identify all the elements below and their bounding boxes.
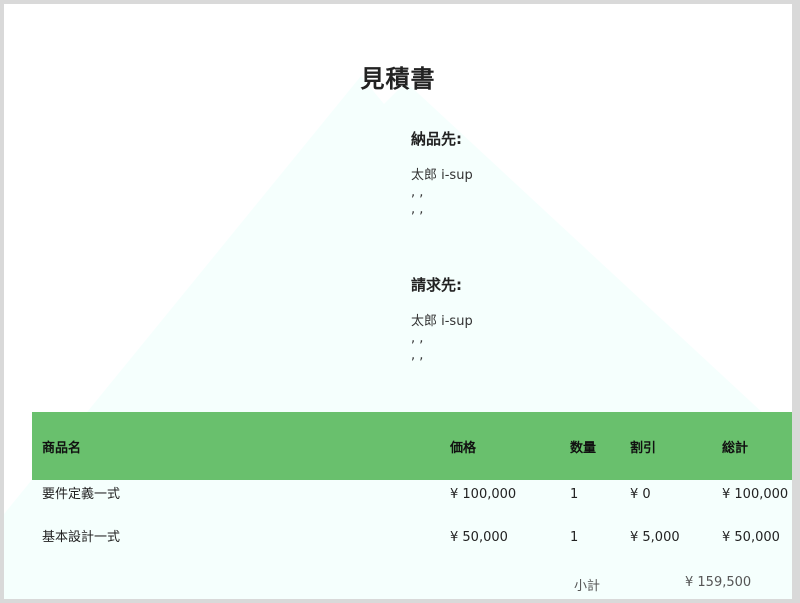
header-product-name: 商品名 — [32, 412, 440, 480]
cell-product-name: 基本設計一式 — [42, 530, 121, 545]
header-discount: 割引 — [620, 412, 712, 480]
cell-discount: ¥ 5,000 — [630, 530, 680, 545]
subtotal-label: 小計 — [574, 579, 601, 594]
subtotal-value: ¥ 159,500 — [685, 575, 752, 590]
delivery-address-block: 納品先: 太郎 i-sup , , , , — [411, 128, 711, 218]
billing-address-line: , , — [411, 331, 424, 346]
header-quantity: 数量 — [560, 412, 620, 480]
billing-address-block: 請求先: 太郎 i-sup , , , , — [411, 274, 711, 364]
table-row: 基本設計一式 ¥ 50,000 1 ¥ 5,000 ¥ 50,000 — [32, 523, 792, 559]
cell-price: ¥ 100,000 — [450, 487, 517, 502]
cell-price: ¥ 50,000 — [450, 530, 508, 545]
delivery-address-line: , , — [411, 202, 424, 217]
cell-total: ¥ 100,000 — [722, 487, 789, 502]
table-header-row: 商品名 価格 数量 割引 総計 — [32, 412, 792, 480]
cell-total: ¥ 50,000 — [722, 530, 780, 545]
cell-quantity: 1 — [570, 530, 579, 545]
cell-quantity: 1 — [570, 487, 579, 502]
delivery-name: 太郎 i-sup — [411, 168, 473, 183]
quotation-page: 見積書 納品先: 太郎 i-sup , , , , 請求先: 太郎 i-sup … — [4, 4, 792, 599]
delivery-heading: 納品先: — [411, 130, 462, 148]
billing-address-line: , , — [411, 348, 424, 363]
cell-discount: ¥ 0 — [630, 487, 651, 502]
table-row: 要件定義一式 ¥ 100,000 1 ¥ 0 ¥ 100,000 — [32, 480, 792, 523]
document-title: 見積書 — [360, 65, 436, 93]
header-price: 価格 — [440, 412, 560, 480]
line-items-table: 商品名 価格 数量 割引 総計 要件定義一式 ¥ 100,000 1 ¥ 0 ¥… — [32, 412, 792, 559]
delivery-address-line: , , — [411, 185, 424, 200]
cell-product-name: 要件定義一式 — [42, 487, 121, 502]
billing-name: 太郎 i-sup — [411, 314, 473, 329]
header-total: 総計 — [712, 412, 792, 480]
billing-heading: 請求先: — [411, 276, 462, 294]
